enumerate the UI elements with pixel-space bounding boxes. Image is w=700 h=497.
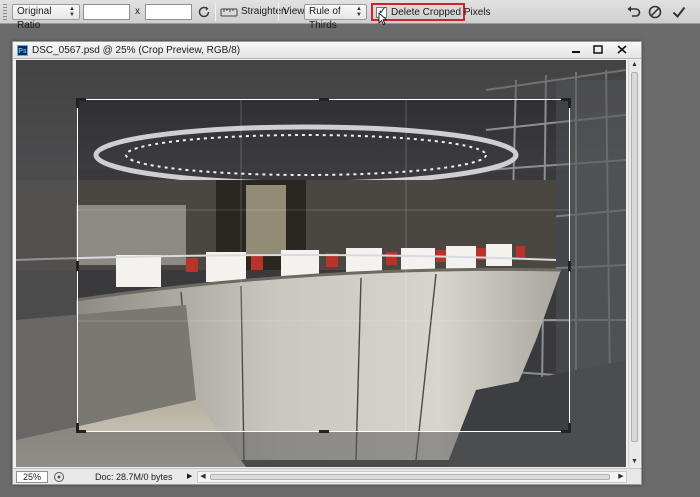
straighten-ruler-icon[interactable]: [220, 4, 238, 20]
status-bar: 25% Doc: 28.7M/0 bytes ▶ ◀ ▶: [13, 468, 641, 484]
delete-cropped-label[interactable]: Delete Cropped Pixels: [391, 7, 491, 19]
commit-check-icon[interactable]: [671, 4, 687, 20]
scroll-left-icon[interactable]: ◀: [198, 472, 208, 482]
status-menu-arrow-icon[interactable]: ▶: [187, 472, 192, 482]
maximize-icon[interactable]: [587, 43, 609, 56]
vertical-scrollbar[interactable]: ▲ ▼: [628, 60, 640, 467]
scroll-right-icon[interactable]: ▶: [616, 472, 626, 482]
crop-handle-top[interactable]: [319, 98, 329, 101]
info-popup-icon[interactable]: [53, 471, 65, 483]
crop-handle-right[interactable]: [568, 261, 571, 271]
horizontal-scrollbar[interactable]: ◀ ▶: [197, 471, 627, 483]
reset-icon[interactable]: [626, 4, 642, 20]
aspect-ratio-value: Original Ratio: [17, 6, 52, 31]
updown-arrows-icon: ▲ ▼: [356, 6, 362, 18]
document-size-info: Doc: 28.7M/0 bytes: [95, 472, 173, 482]
crop-handle-top-right-v[interactable]: [568, 98, 571, 108]
options-bar-grip[interactable]: [3, 4, 7, 20]
close-icon[interactable]: [611, 43, 633, 56]
vertical-scroll-thumb[interactable]: [631, 72, 638, 442]
minimize-icon[interactable]: [565, 43, 587, 56]
straighten-button[interactable]: Straighten: [241, 6, 287, 18]
dimension-x-label: x: [135, 6, 140, 17]
scroll-down-icon[interactable]: ▼: [629, 457, 640, 467]
cancel-icon[interactable]: [647, 4, 663, 20]
horizontal-scroll-thumb[interactable]: [210, 474, 610, 480]
crop-handle-left[interactable]: [76, 261, 79, 271]
crop-handle-bottom[interactable]: [319, 430, 329, 433]
scroll-up-icon[interactable]: ▲: [629, 60, 640, 70]
image-canvas[interactable]: [16, 60, 626, 467]
overlay-view-select[interactable]: Rule of Thirds ▲ ▼: [304, 4, 367, 31]
tool-options-bar: Original Ratio ▲ ▼ x Straighten View: Rul…: [0, 0, 700, 31]
photoshop-logo-icon: Ps: [17, 45, 28, 56]
aspect-ratio-select[interactable]: Original Ratio ▲ ▼: [12, 4, 80, 31]
separator: [278, 3, 279, 21]
document-titlebar[interactable]: Ps DSC_0567.psd @ 25% (Crop Preview, RGB…: [13, 42, 641, 59]
updown-arrows-icon: ▲ ▼: [69, 6, 75, 18]
document-window: Ps DSC_0567.psd @ 25% (Crop Preview, RGB…: [12, 41, 642, 485]
zoom-level-field[interactable]: 25%: [16, 471, 48, 483]
swap-dimensions-icon[interactable]: [196, 4, 212, 20]
crop-handle-bottom-right-v[interactable]: [568, 423, 571, 433]
crop-handle-bottom-left-v[interactable]: [76, 423, 79, 433]
document-title: DSC_0567.psd @ 25% (Crop Preview, RGB/8): [32, 45, 241, 56]
mouse-cursor-icon: [378, 12, 388, 26]
crop-height-input[interactable]: [145, 4, 192, 20]
crop-bounding-box[interactable]: [76, 98, 571, 433]
crop-width-input[interactable]: [83, 4, 130, 20]
crop-handle-top-left-v[interactable]: [76, 98, 79, 108]
overlay-view-value: Rule of Thirds: [309, 6, 341, 31]
separator: [215, 3, 216, 21]
